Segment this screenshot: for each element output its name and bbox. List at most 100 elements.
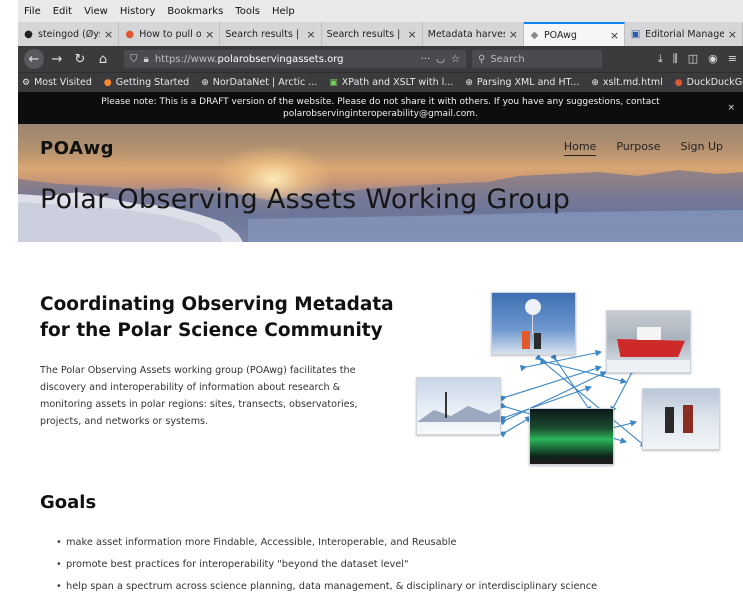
- menu-history[interactable]: History: [120, 6, 156, 17]
- page-actions-icon[interactable]: ···: [421, 54, 431, 65]
- search-input[interactable]: ⚲ Search: [472, 50, 602, 68]
- home-icon[interactable]: ⌂: [93, 49, 113, 69]
- observing-assets-collage: [396, 292, 721, 472]
- tab-title: Search results | Nor: [326, 28, 404, 40]
- hero-title: Polar Observing Assets Working Group: [40, 184, 571, 215]
- tab-how-to-pull[interactable]: ● How to pull one ×: [119, 22, 221, 46]
- goal-text: help span a spectrum across science plan…: [66, 581, 598, 592]
- firefox-icon: ●: [103, 77, 112, 88]
- url-protocol: https://www.: [154, 53, 218, 65]
- navigation-bar: ← → ↻ ⌂ ⛉ 🔒︎ https://www.polarobservinga…: [18, 46, 743, 72]
- editor-icon: ▣: [630, 28, 641, 40]
- bookmark-duckduckgo[interactable]: ●DuckDuckGo — Priva...: [675, 77, 743, 88]
- goal-text: make asset information more Findable, Ac…: [66, 537, 457, 548]
- aurora-photo: [529, 408, 614, 465]
- tab-search-results-1[interactable]: Search results | adc ×: [220, 22, 322, 46]
- bookmarks-bar: ⚙ Most Visited ● Getting Started ⊕ NorDataN…: [18, 72, 743, 92]
- notice-line-2[interactable]: polarobservinginteroperability@gmail.com…: [18, 108, 743, 120]
- reload-icon[interactable]: ↻: [70, 49, 90, 69]
- page-icon: ◆: [530, 29, 539, 41]
- goals-list: • make asset information more Findable, A…: [56, 537, 597, 603]
- snowy-station-photo: [416, 377, 501, 435]
- globe-icon: ⊕: [201, 77, 209, 88]
- search-placeholder: Search: [490, 53, 525, 65]
- bookmark-star-icon[interactable]: ☆: [451, 54, 460, 65]
- bookmark-most-visited[interactable]: ⚙ Most Visited: [22, 77, 92, 88]
- bookmark-label: xslt.md.html: [602, 77, 663, 88]
- notice-line-1: Please note: This is a DRAFT version of …: [101, 97, 660, 107]
- globe-icon: ⊕: [465, 77, 473, 88]
- close-tab-icon[interactable]: ×: [205, 28, 214, 41]
- download-icon[interactable]: ⤓: [658, 52, 663, 66]
- ice-coring-photo: [642, 388, 720, 450]
- list-item: • help span a spectrum across science pla…: [56, 581, 597, 592]
- site-logo[interactable]: POAwg: [40, 138, 114, 159]
- section-heading: Coordinating Observing Metadata for the …: [40, 292, 394, 344]
- bookmark-parsing-xml[interactable]: ⊕ Parsing XML and HT...: [465, 77, 579, 88]
- weather-balloon-photo: [491, 292, 576, 355]
- menu-file[interactable]: File: [24, 6, 41, 17]
- duckduckgo-icon: ●: [674, 77, 683, 88]
- bookmark-xslt-md[interactable]: ⊕ xslt.md.html: [591, 77, 662, 88]
- menu-view[interactable]: View: [84, 6, 108, 17]
- tab-title: POAwg: [543, 29, 577, 41]
- window-left-margin: [0, 0, 18, 616]
- browser-window: File Edit View History Bookmarks Tools H…: [18, 0, 743, 616]
- url-bar[interactable]: ⛉ 🔒︎ https://www.polarobservingassets.or…: [124, 50, 466, 68]
- close-tab-icon[interactable]: ×: [104, 28, 113, 41]
- tab-bar: ● steingod (Øystein × ● How to pull one …: [18, 22, 743, 46]
- heading-line-2: for the Polar Science Community: [40, 320, 383, 341]
- site-nav: Home Purpose Sign Up: [563, 140, 723, 156]
- duckduckgo-icon: ●: [125, 28, 135, 40]
- close-tab-icon[interactable]: ×: [408, 28, 417, 41]
- bookmark-nordatanet[interactable]: ⊕ NorDataNet | Arctic ...: [201, 77, 317, 88]
- tab-title: Metadata harvests fr: [427, 28, 505, 40]
- pocket-icon[interactable]: ◡: [436, 54, 445, 65]
- bookmark-label: XPath and XSLT with l...: [341, 77, 454, 88]
- list-item: • promote best practices for interoperabi…: [56, 559, 597, 570]
- bookmark-label: NorDataNet | Arctic ...: [212, 77, 318, 88]
- toolbar-icons: ⤓ ⫼ ◫ ◉ ≡: [658, 52, 737, 66]
- close-tab-icon[interactable]: ×: [306, 28, 315, 41]
- heading-line-1: Coordinating Observing Metadata: [40, 294, 394, 315]
- back-arrow-icon[interactable]: ←: [24, 49, 44, 69]
- shield-icon[interactable]: ⛉: [130, 54, 138, 65]
- nav-purpose[interactable]: Purpose: [616, 140, 660, 156]
- menu-bookmarks[interactable]: Bookmarks: [167, 6, 223, 17]
- bookmark-getting-started[interactable]: ● Getting Started: [104, 77, 189, 88]
- xslt-icon: ▣: [329, 77, 338, 88]
- menu-bar: File Edit View History Bookmarks Tools H…: [18, 0, 743, 22]
- close-tab-icon[interactable]: ×: [610, 29, 619, 42]
- tab-poawg[interactable]: ◆ POAwg ×: [523, 22, 626, 46]
- nav-sign-up[interactable]: Sign Up: [680, 140, 723, 156]
- draft-notice-banner: Please note: This is a DRAFT version of …: [18, 92, 743, 124]
- forward-arrow-icon[interactable]: →: [47, 49, 67, 69]
- globe-icon: ⊕: [591, 77, 599, 88]
- tab-title: steingod (Øystein: [38, 28, 100, 40]
- tab-search-results-2[interactable]: Search results | Nor ×: [322, 22, 423, 46]
- tab-editorial-manager[interactable]: ▣ Editorial Manager ×: [625, 22, 743, 46]
- url-text[interactable]: https://www.polarobservingassets.org: [155, 54, 415, 65]
- bullet-icon: •: [56, 559, 62, 570]
- menu-help[interactable]: Help: [272, 6, 295, 17]
- menu-tools[interactable]: Tools: [235, 6, 260, 17]
- close-icon[interactable]: ×: [727, 102, 735, 114]
- close-tab-icon[interactable]: ×: [509, 28, 518, 41]
- bullet-icon: •: [56, 537, 62, 548]
- lock-icon[interactable]: 🔒︎: [144, 54, 149, 65]
- url-host: polarobservingassets.org: [217, 53, 344, 65]
- tab-metadata-harvests[interactable]: Metadata harvests fr ×: [423, 22, 524, 46]
- hamburger-menu-icon[interactable]: ≡: [728, 52, 737, 66]
- bookmark-label: Most Visited: [34, 77, 92, 88]
- bookmark-label: DuckDuckGo — Priva...: [686, 77, 743, 88]
- goal-text: promote best practices for interoperabil…: [66, 559, 409, 570]
- menu-edit[interactable]: Edit: [53, 6, 72, 17]
- close-tab-icon[interactable]: ×: [728, 28, 737, 41]
- account-icon[interactable]: ◉: [708, 52, 718, 66]
- gear-icon: ⚙: [22, 77, 31, 88]
- nav-home[interactable]: Home: [563, 140, 597, 156]
- library-icon[interactable]: ⫼: [673, 52, 678, 66]
- bookmark-xpath-xslt[interactable]: ▣ XPath and XSLT with l...: [329, 77, 453, 88]
- sidebar-icon[interactable]: ◫: [688, 52, 698, 66]
- tab-github[interactable]: ● steingod (Øystein ×: [18, 22, 120, 46]
